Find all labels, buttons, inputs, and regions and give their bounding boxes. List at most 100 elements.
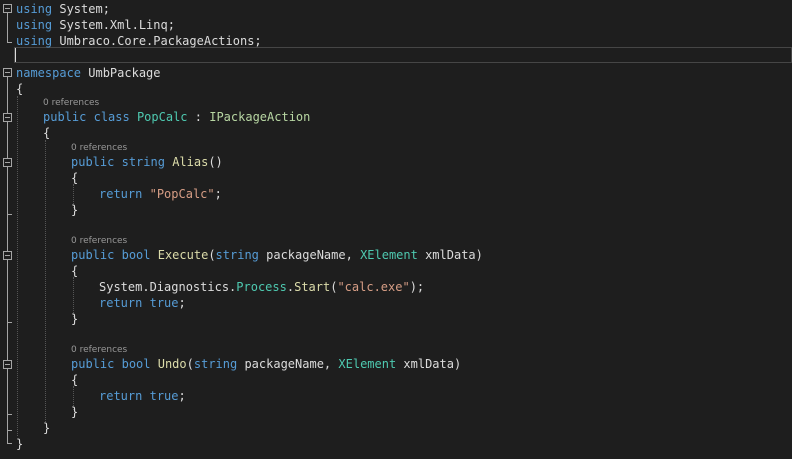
code-line-17[interactable]: } <box>71 311 78 327</box>
keyword: public <box>43 110 87 124</box>
type-name: Process <box>236 280 287 294</box>
code-line-2[interactable]: using System.Xml.Linq; <box>16 17 175 33</box>
code-line-20[interactable]: return true; <box>99 388 186 404</box>
method-name: Start <box>294 280 331 294</box>
code-text: . <box>286 280 295 294</box>
keyword: string <box>121 155 165 169</box>
code-line-19[interactable]: { <box>71 372 78 388</box>
code-text: xmlData) <box>417 248 483 262</box>
method-name: Undo <box>157 357 187 371</box>
code-line-13[interactable]: public bool Execute(string packageName, … <box>71 247 483 263</box>
collapse-class-icon[interactable] <box>3 113 12 122</box>
keyword: return <box>99 187 143 201</box>
code-text: ( <box>186 357 194 371</box>
keyword: public <box>71 248 115 262</box>
code-text: System.Xml.Linq; <box>52 18 175 32</box>
collapse-alias-method-icon[interactable] <box>3 158 12 167</box>
code-line-23[interactable]: } <box>16 436 23 452</box>
code-line-12[interactable]: } <box>71 202 78 218</box>
code-line-22[interactable]: } <box>43 420 50 436</box>
string-literal: "calc.exe" <box>337 280 410 294</box>
code-line-15[interactable]: System.Diagnostics.Process.Start("calc.e… <box>99 279 424 295</box>
keyword: public <box>71 357 115 371</box>
indent-guide-namespace <box>17 96 18 436</box>
keyword: public <box>71 155 115 169</box>
indent-guide-class <box>45 140 46 422</box>
codelens-class-references[interactable]: 0 references <box>43 97 99 109</box>
type-name: XElement <box>338 357 397 371</box>
outline-line-usings <box>7 13 8 43</box>
code-text: ; <box>178 389 186 403</box>
keyword: true <box>149 296 179 310</box>
codelens-execute-references[interactable]: 0 references <box>71 235 127 247</box>
outline-line-namespace <box>7 77 8 444</box>
keyword: namespace <box>16 66 82 80</box>
outline-end-namespace <box>7 443 12 444</box>
code-text: packageName, <box>237 357 339 371</box>
collapse-usings-icon[interactable] <box>3 4 12 13</box>
code-line-6[interactable]: { <box>16 81 23 97</box>
code-line-8[interactable]: { <box>43 125 50 141</box>
class-name: PopCalc <box>136 110 188 124</box>
code-text: System.Diagnostics. <box>99 280 237 294</box>
collapse-namespace-icon[interactable] <box>3 68 12 77</box>
code-line-16[interactable]: return true; <box>99 295 186 311</box>
code-text: Umbraco.Core.PackageActions; <box>52 34 262 48</box>
code-text: ; <box>178 296 186 310</box>
codelens-undo-references[interactable]: 0 references <box>71 344 127 356</box>
collapse-undo-method-icon[interactable] <box>3 360 12 369</box>
code-text: xmlData) <box>396 357 462 371</box>
type-name: XElement <box>360 248 418 262</box>
code-line-5[interactable]: namespace UmbPackage <box>16 65 161 81</box>
interface-name: IPackageAction <box>209 110 311 124</box>
code-text: ( <box>208 248 216 262</box>
keyword: string <box>215 248 259 262</box>
method-name: Alias <box>172 155 209 169</box>
text-caret <box>15 48 16 62</box>
keyword: using <box>16 18 53 32</box>
code-line-14[interactable]: { <box>71 263 78 279</box>
outline-end-usings <box>7 42 12 43</box>
string-literal: "PopCalc" <box>149 187 215 201</box>
code-text: packageName, <box>258 248 361 262</box>
keyword: bool <box>121 248 151 262</box>
code-line-3[interactable]: using Umbraco.Core.PackageActions; <box>16 33 262 49</box>
code-line-11[interactable]: return "PopCalc"; <box>99 186 222 202</box>
keyword: true <box>149 389 179 403</box>
outline-end-alias <box>7 214 12 215</box>
separator: : <box>187 110 210 124</box>
keyword: return <box>99 389 143 403</box>
code-text: ); <box>409 280 425 294</box>
code-line-1[interactable]: using System; <box>16 1 110 17</box>
code-text: () <box>208 155 223 169</box>
code-line-10[interactable]: { <box>71 170 78 186</box>
method-name: Execute <box>157 248 209 262</box>
code-line-9[interactable]: public string Alias() <box>71 154 223 170</box>
keyword: using <box>16 2 53 16</box>
keyword: string <box>193 357 238 371</box>
outline-end-execute <box>7 322 12 323</box>
code-line-7[interactable]: public class PopCalc : IPackageAction <box>43 109 310 125</box>
code-editor[interactable]: using System; using System.Xml.Linq; usi… <box>0 0 792 459</box>
current-line-highlight <box>14 47 792 63</box>
outline-end-undo <box>7 414 12 415</box>
code-line-18[interactable]: public bool Undo(string packageName, XEl… <box>71 356 461 372</box>
keyword: using <box>16 34 53 48</box>
codelens-alias-references[interactable]: 0 references <box>71 142 127 154</box>
namespace-name: UmbPackage <box>81 66 161 80</box>
keyword: return <box>99 296 143 310</box>
code-text: ; <box>214 187 222 201</box>
code-line-21[interactable]: } <box>71 404 78 420</box>
keyword: bool <box>121 357 151 371</box>
collapse-execute-method-icon[interactable] <box>3 251 12 260</box>
